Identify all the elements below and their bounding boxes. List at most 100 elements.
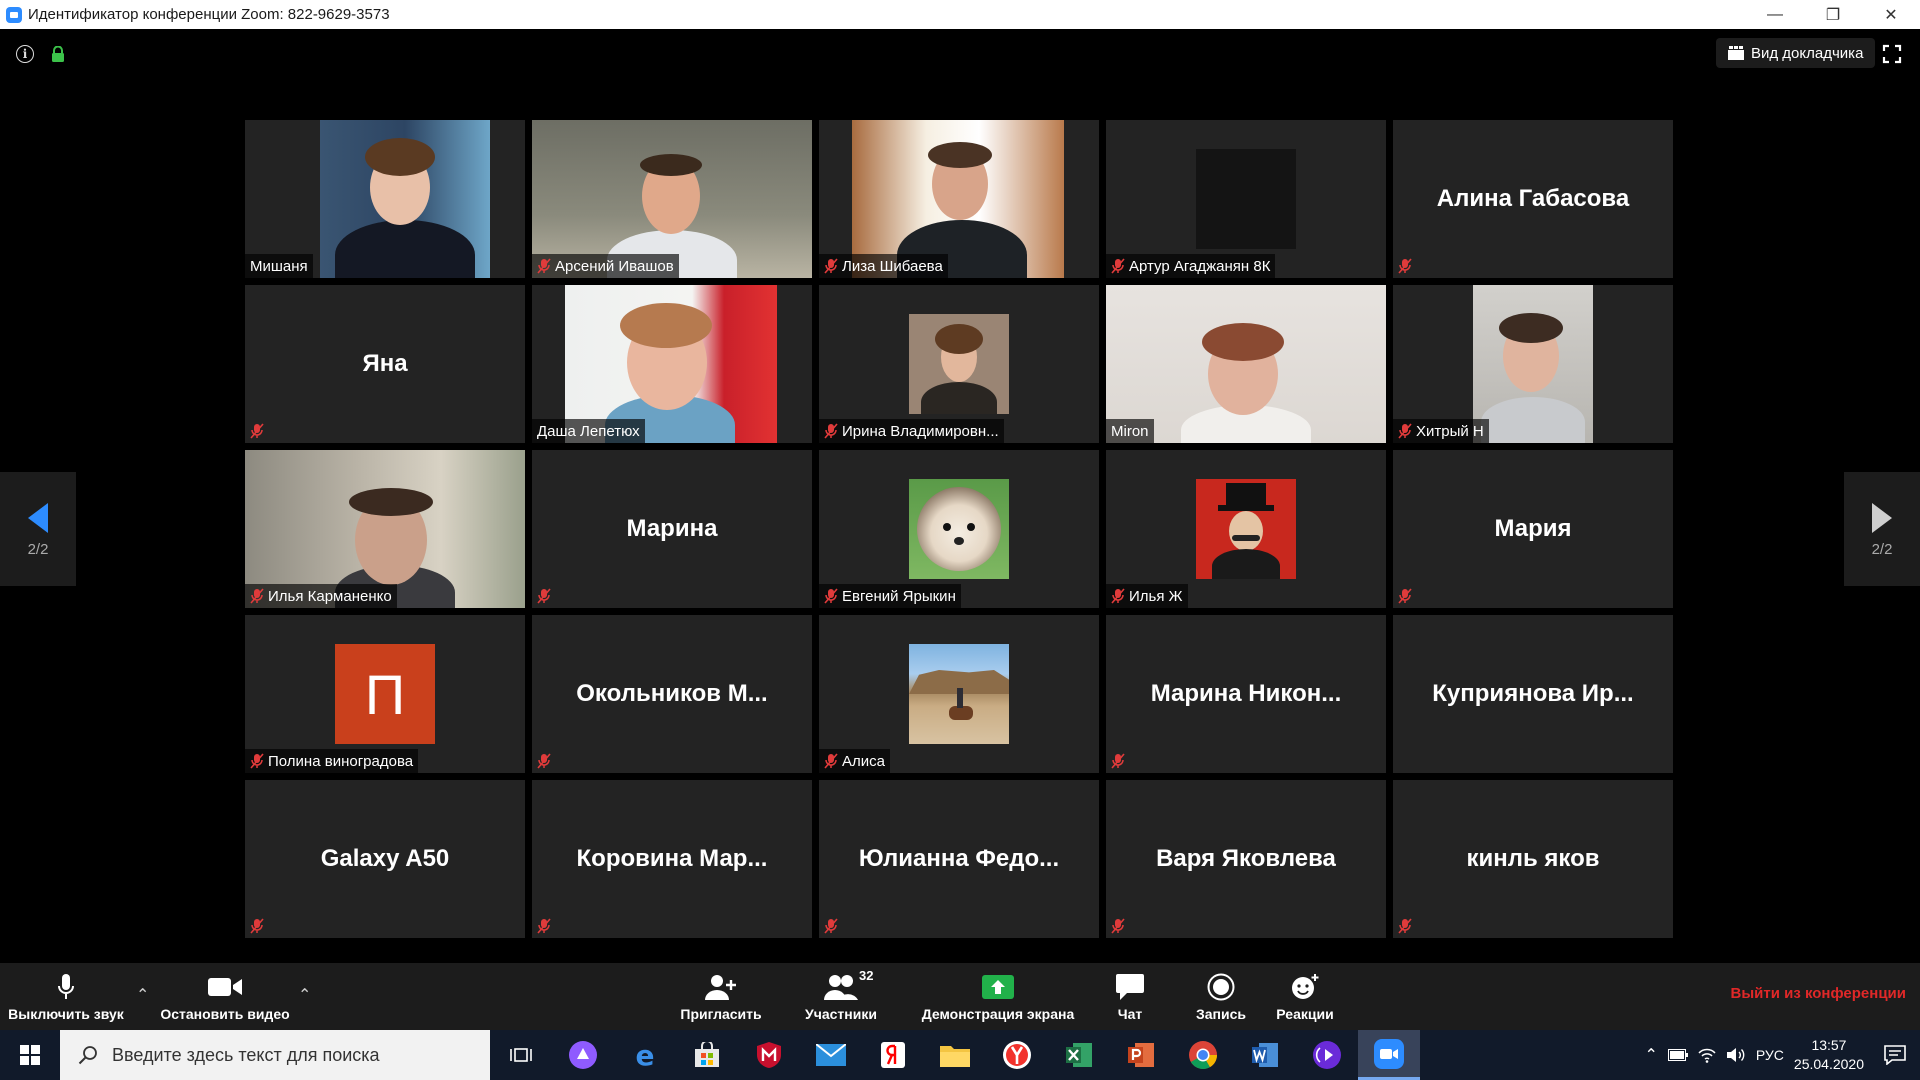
participant-tile[interactable]: Илья Карманенко: [245, 450, 525, 608]
leave-meeting-button[interactable]: Выйти из конференции: [1731, 985, 1906, 1002]
task-view-icon: [510, 1048, 532, 1062]
mcafee-shield-icon: [757, 1042, 781, 1068]
participant-tile[interactable]: Окольников М...: [532, 615, 812, 773]
record-button[interactable]: Запись: [1186, 963, 1256, 1030]
battery-icon[interactable]: [1667, 1049, 1688, 1061]
video-options-chevron-up-icon[interactable]: ⌃: [298, 985, 311, 1005]
participant-tile[interactable]: Алина Габасова: [1393, 120, 1673, 278]
participant-tile[interactable]: Ирина Владимировн...: [819, 285, 1099, 443]
participant-tile[interactable]: кинль яков: [1393, 780, 1673, 938]
participant-display-name: Коровина Мар...: [576, 845, 768, 872]
participant-tile[interactable]: Марина Никон...: [1106, 615, 1386, 773]
page-indicator-right: 2/2: [1871, 540, 1893, 558]
participant-tile[interactable]: Марина: [532, 450, 812, 608]
task-view-button[interactable]: [490, 1030, 552, 1080]
participant-display-name: кинль яков: [1466, 845, 1600, 872]
participant-tile[interactable]: П Полина виноградова: [245, 615, 525, 773]
participant-name: Хитрый Н: [1416, 422, 1484, 440]
share-screen-button[interactable]: Демонстрация экрана: [916, 963, 1080, 1030]
taskbar-app-mcafee[interactable]: [738, 1030, 800, 1080]
close-button[interactable]: ✕: [1862, 0, 1920, 29]
participant-tile[interactable]: Арсений Ивашов: [532, 120, 812, 278]
wifi-icon[interactable]: [1698, 1047, 1716, 1063]
taskbar-app-yandex[interactable]: [862, 1030, 924, 1080]
participant-name-label: Лиза Шибаева: [819, 254, 948, 278]
speaker-view-button[interactable]: Вид докладчика: [1716, 38, 1876, 68]
volume-icon[interactable]: [1726, 1047, 1746, 1063]
stop-video-label: Остановить видео: [160, 1005, 290, 1022]
participant-tile[interactable]: Galaxy A50: [245, 780, 525, 938]
participant-display-name: Марина Никон...: [1150, 680, 1342, 707]
taskbar-app-alice[interactable]: [552, 1030, 614, 1080]
muted-mic-icon: [1398, 423, 1412, 439]
taskbar-app-edge[interactable]: e: [614, 1030, 676, 1080]
prev-page-button[interactable]: 2/2: [0, 472, 76, 586]
participant-tile[interactable]: Мария: [1393, 450, 1673, 608]
muted-mic-icon: [1398, 588, 1412, 604]
participant-tile[interactable]: Даша Лепетюх: [532, 285, 812, 443]
participant-name-label: [1106, 914, 1130, 938]
participant-tile[interactable]: Miron: [1106, 285, 1386, 443]
participant-tile[interactable]: Коровина Мар...: [532, 780, 812, 938]
muted-mic-icon: [250, 588, 264, 604]
mute-button[interactable]: Выключить звук: [4, 963, 128, 1030]
taskbar-search[interactable]: Введите здесь текст для поиска: [60, 1030, 490, 1080]
start-button[interactable]: [0, 1030, 60, 1080]
participant-tile[interactable]: Алиса: [819, 615, 1099, 773]
participant-tile[interactable]: Куприянова Ир...: [1393, 615, 1673, 773]
record-label: Запись: [1195, 1005, 1246, 1022]
avatar-letter: П: [364, 662, 406, 726]
chat-button[interactable]: Чат: [1100, 963, 1160, 1030]
info-icon[interactable]: i: [16, 45, 34, 63]
taskbar-app-zoom[interactable]: [1358, 1030, 1420, 1080]
taskbar-app-explorer[interactable]: [924, 1030, 986, 1080]
participant-name-label: Даша Лепетюх: [532, 419, 645, 443]
participant-tile[interactable]: Хитрый Н: [1393, 285, 1673, 443]
taskbar-app-powerpoint[interactable]: [1110, 1030, 1172, 1080]
participant-name: Лиза Шибаева: [842, 257, 943, 275]
participant-name-label: Арсений Ивашов: [532, 254, 679, 278]
taskbar-app-excel[interactable]: [1048, 1030, 1110, 1080]
taskbar-app-yandex-browser[interactable]: [986, 1030, 1048, 1080]
restore-button[interactable]: ❐: [1804, 0, 1862, 29]
audio-options-chevron-up-icon[interactable]: ⌃: [136, 985, 149, 1005]
muted-mic-icon: [1111, 918, 1125, 934]
invite-button[interactable]: Пригласить: [674, 963, 768, 1030]
participant-tile[interactable]: Илья Ж: [1106, 450, 1386, 608]
taskbar-app-word[interactable]: [1234, 1030, 1296, 1080]
participants-button[interactable]: 32 Участники: [796, 963, 886, 1030]
participant-tile[interactable]: Лиза Шибаева: [819, 120, 1099, 278]
participant-display-name: Окольников М...: [576, 680, 768, 707]
participant-name-label: Хитрый Н: [1393, 419, 1489, 443]
excel-icon: [1066, 1043, 1092, 1067]
participant-tile[interactable]: Юлианна Федо...: [819, 780, 1099, 938]
participant-name-label: Артур Агаджанян 8К: [1106, 254, 1276, 278]
muted-mic-icon: [250, 918, 264, 934]
stop-video-button[interactable]: Остановить видео: [158, 963, 292, 1030]
notifications-icon[interactable]: [1884, 1045, 1906, 1065]
fullscreen-icon[interactable]: [1882, 44, 1902, 64]
participant-name: Miron: [1111, 422, 1149, 440]
participant-name: Алиса: [842, 752, 885, 770]
arrow-left-icon: [28, 502, 48, 533]
window-titlebar: Идентификатор конференции Zoom: 822-9629…: [0, 0, 1920, 29]
participant-name-label: [1393, 914, 1417, 938]
participant-tile[interactable]: Варя Яковлева: [1106, 780, 1386, 938]
participant-tile[interactable]: Мишаня: [245, 120, 525, 278]
reactions-button[interactable]: Реакции: [1270, 963, 1340, 1030]
taskbar-app-store[interactable]: [676, 1030, 738, 1080]
minimize-button[interactable]: —: [1746, 0, 1804, 29]
participant-name-label: Илья Ж: [1106, 584, 1188, 608]
input-language-indicator[interactable]: РУС: [1756, 1047, 1784, 1063]
participant-tile[interactable]: Евгений Ярыкин: [819, 450, 1099, 608]
taskbar-clock[interactable]: 13:57 25.04.2020: [1794, 1036, 1864, 1074]
word-icon: [1252, 1043, 1278, 1067]
taskbar-app-mail[interactable]: [800, 1030, 862, 1080]
participant-tile[interactable]: Артур Агаджанян 8К: [1106, 120, 1386, 278]
taskbar-app-chrome[interactable]: [1172, 1030, 1234, 1080]
participant-tile[interactable]: Яна: [245, 285, 525, 443]
tray-chevron-up-icon[interactable]: ⌃: [1644, 1045, 1657, 1065]
taskbar-app-podcasts[interactable]: [1296, 1030, 1358, 1080]
lock-icon[interactable]: [51, 46, 65, 62]
next-page-button[interactable]: 2/2: [1844, 472, 1920, 586]
